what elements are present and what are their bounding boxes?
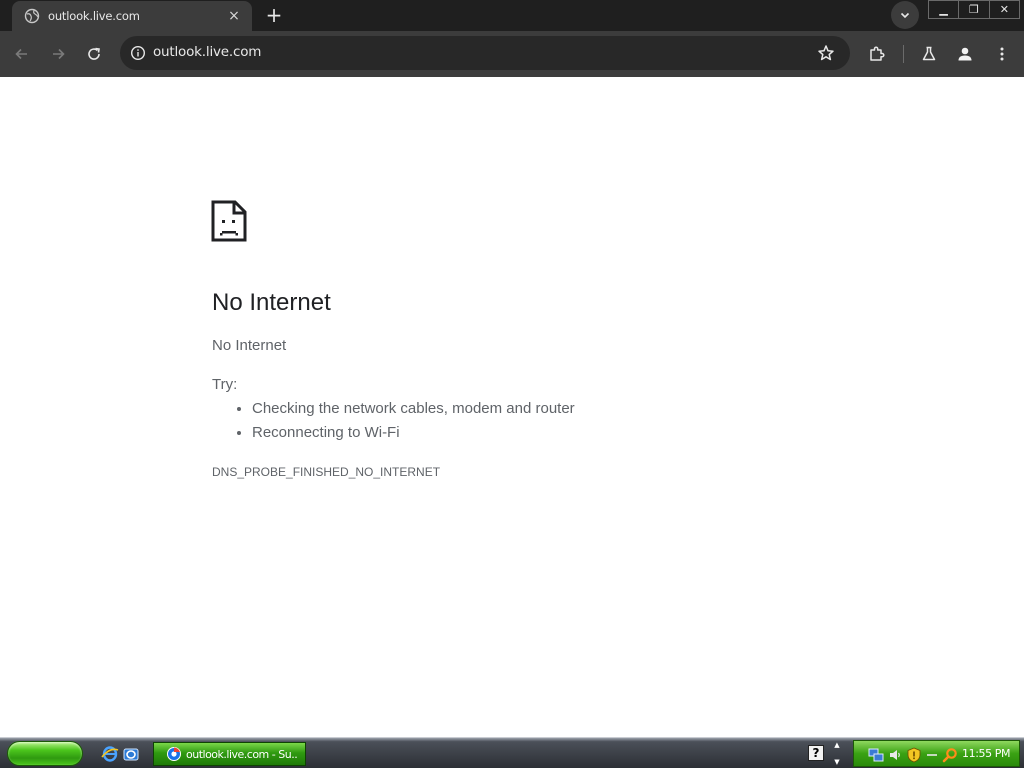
- profile-button[interactable]: [951, 40, 979, 68]
- search-magnifier-icon[interactable]: [942, 747, 958, 763]
- new-tab-button[interactable]: +: [260, 3, 288, 27]
- tab-outlook[interactable]: outlook.live.com ×: [12, 1, 252, 31]
- error-code: DNS_PROBE_FINISHED_NO_INTERNET: [212, 465, 441, 479]
- suggestion-list: Checking the network cables, modem and r…: [212, 397, 575, 445]
- reload-icon: [88, 47, 100, 60]
- labs-button[interactable]: [915, 40, 943, 68]
- help-icon[interactable]: ?: [808, 745, 824, 761]
- chrome-menu-button[interactable]: [988, 40, 1016, 68]
- internet-explorer-icon[interactable]: [101, 745, 119, 763]
- reload-button[interactable]: [80, 40, 108, 68]
- forward-arrow-icon: [53, 48, 65, 60]
- taskbar-browser-button[interactable]: outlook.live.com - Su...: [153, 742, 306, 766]
- address-url[interactable]: outlook.live.com: [153, 44, 261, 60]
- bookmark-star-icon[interactable]: [814, 41, 838, 65]
- volume-icon[interactable]: [887, 747, 903, 763]
- suggestion-item: Checking the network cables, modem and r…: [252, 397, 575, 421]
- page-content: No Internet No Internet Try: Checking th…: [0, 77, 1024, 737]
- suggestion-item: Reconnecting to Wi-Fi: [252, 421, 575, 445]
- menu-kebab-icon: [1000, 47, 1004, 61]
- security-shield-icon[interactable]: [906, 747, 922, 763]
- tab-search-button[interactable]: [891, 1, 919, 29]
- close-window-button[interactable]: ✕: [988, 0, 1020, 19]
- tab-close-icon[interactable]: ×: [224, 6, 244, 26]
- browser-toolbar: outlook.live.com: [0, 31, 1024, 77]
- info-icon[interactable]: [126, 41, 150, 65]
- back-button[interactable]: [8, 40, 36, 68]
- extensions-button[interactable]: [863, 40, 891, 68]
- tray-dash-icon[interactable]: [924, 747, 940, 763]
- sad-document-icon: [211, 200, 247, 242]
- window-controls: ▁ ❐ ✕: [928, 0, 1020, 19]
- error-title: No Internet: [212, 289, 331, 316]
- outlook-express-icon[interactable]: [122, 745, 140, 763]
- try-label: Try:: [212, 376, 238, 393]
- extensions-puzzle-icon: [870, 46, 885, 61]
- system-clock[interactable]: 11:55 PM: [962, 747, 1011, 760]
- minimize-button[interactable]: ▁: [928, 0, 960, 19]
- system-tray: 11:55 PM: [853, 740, 1020, 767]
- error-subtitle: No Internet: [212, 337, 287, 354]
- chevron-up-icon[interactable]: ▲: [834, 742, 839, 749]
- chevron-down-icon[interactable]: ▼: [834, 759, 839, 766]
- network-icon[interactable]: [868, 747, 884, 763]
- labs-flask-icon: [922, 46, 936, 61]
- forward-button[interactable]: [44, 40, 72, 68]
- globe-icon: [24, 8, 40, 24]
- start-button[interactable]: [7, 741, 83, 766]
- toolbar-divider: [903, 45, 904, 63]
- profile-icon: [958, 47, 972, 61]
- tab-title: outlook.live.com: [48, 9, 140, 23]
- tab-strip: outlook.live.com × + ▁ ❐ ✕: [0, 0, 1024, 31]
- taskbar-button-label: outlook.live.com - Su...: [186, 747, 298, 761]
- browser-window-icon: [166, 746, 182, 762]
- restore-button[interactable]: ❐: [958, 0, 990, 19]
- back-arrow-icon: [15, 48, 27, 60]
- chevron-down-icon: [900, 12, 910, 19]
- address-bar[interactable]: outlook.live.com: [120, 36, 850, 70]
- taskbar-scroll-arrows[interactable]: ▲ ▼: [832, 742, 842, 766]
- taskbar: outlook.live.com - Su... ? ▲ ▼ 11:55 PM: [0, 737, 1024, 768]
